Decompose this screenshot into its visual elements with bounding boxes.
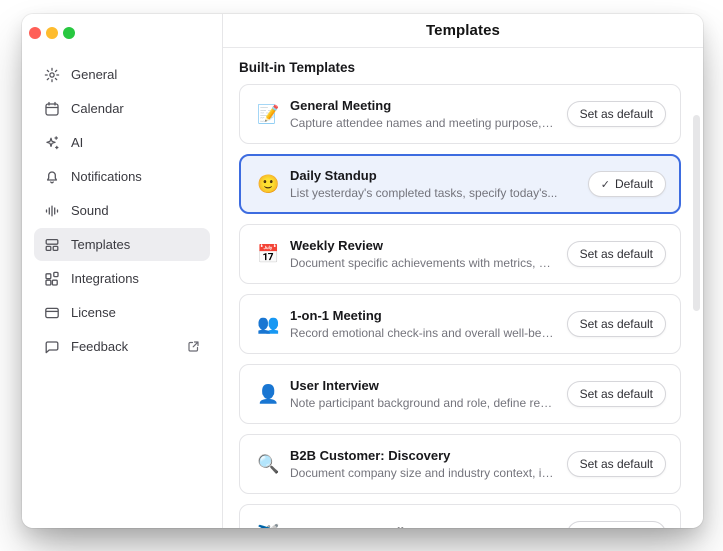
default-button[interactable]: ✓ Default	[588, 171, 666, 197]
settings-window: General Calendar AI Notifications Sound …	[22, 14, 703, 528]
sidebar-item-templates[interactable]: Templates	[34, 228, 210, 261]
minimize-window-button[interactable]	[46, 27, 58, 39]
external-link-icon	[187, 340, 200, 353]
template-description: List yesterday's completed tasks, specif…	[290, 186, 557, 200]
sidebar-item-label: License	[71, 305, 200, 320]
set-default-button[interactable]: Set as default	[567, 381, 666, 407]
bell-icon	[44, 169, 60, 185]
template-card-weekly-review[interactable]: 📅 Weekly Review Document specific achiev…	[239, 224, 681, 284]
zoom-window-button[interactable]	[63, 27, 75, 39]
sidebar-item-label: Notifications	[71, 169, 200, 184]
sidebar-item-ai[interactable]: AI	[34, 126, 210, 159]
sidebar-item-label: Sound	[71, 203, 200, 218]
template-title: Daily Standup	[290, 168, 557, 183]
set-default-button-label: Set as default	[580, 387, 653, 401]
integrations-icon	[44, 271, 60, 287]
sidebar-item-label: Calendar	[71, 101, 200, 116]
sidebar-item-label: AI	[71, 135, 200, 150]
template-emoji-icon: 🙂	[257, 175, 279, 193]
set-default-button[interactable]: Set as default	[567, 241, 666, 267]
set-default-button[interactable]: Set as default	[567, 101, 666, 127]
templates-pane: Templates Built-in Templates 📝 General M…	[223, 14, 703, 528]
template-title: User Interview	[290, 378, 555, 393]
set-default-button[interactable]: Set as default	[567, 311, 666, 337]
set-default-button-label: Set as default	[580, 247, 653, 261]
template-card-b2b-customer-discovery[interactable]: 🔍 B2B Customer: Discovery Document compa…	[239, 434, 681, 494]
template-title: General Meeting	[290, 98, 555, 113]
template-card-daily-standup[interactable]: 🙂 Daily Standup List yesterday's complet…	[239, 154, 681, 214]
sidebar-item-sound[interactable]: Sound	[34, 194, 210, 227]
window-controls	[22, 14, 222, 39]
templates-list: 📝 General Meeting Capture attendee names…	[239, 84, 681, 528]
template-description: Capture attendee names and meeting purpo…	[290, 116, 555, 130]
calendar-icon	[44, 101, 60, 117]
set-default-button-label: Default	[615, 177, 653, 191]
template-title: B2B Customer: Pilot	[290, 525, 416, 528]
template-card-user-interview[interactable]: 👤 User Interview Note participant backgr…	[239, 364, 681, 424]
template-description: Document specific achievements with metr…	[290, 256, 555, 270]
template-title: Weekly Review	[290, 238, 555, 253]
sidebar-item-label: General	[71, 67, 200, 82]
sidebar-item-license[interactable]: License	[34, 296, 210, 329]
template-description: Note participant background and role, de…	[290, 396, 555, 410]
sidebar-item-notifications[interactable]: Notifications	[34, 160, 210, 193]
template-emoji-icon: 🔍	[257, 455, 279, 473]
template-card-b2b-customer-pilot[interactable]: ✈️ B2B Customer: Pilot Set as default	[239, 504, 681, 528]
gear-icon	[44, 67, 60, 83]
template-card-general-meeting[interactable]: 📝 General Meeting Capture attendee names…	[239, 84, 681, 144]
scrollbar-thumb[interactable]	[693, 115, 700, 311]
sidebar-nav: General Calendar AI Notifications Sound …	[22, 39, 222, 363]
feedback-bubble-icon	[44, 339, 60, 355]
close-window-button[interactable]	[29, 27, 41, 39]
sidebar-item-integrations[interactable]: Integrations	[34, 262, 210, 295]
template-emoji-icon: ✈️	[257, 525, 279, 528]
set-default-button-label: Set as default	[580, 107, 653, 121]
sidebar-item-label: Templates	[71, 237, 200, 252]
set-default-button[interactable]: Set as default	[567, 521, 666, 528]
template-emoji-icon: 👤	[257, 385, 279, 403]
sidebar-item-label: Feedback	[71, 339, 176, 354]
sidebar-item-calendar[interactable]: Calendar	[34, 92, 210, 125]
license-card-icon	[44, 305, 60, 321]
set-default-button-label: Set as default	[580, 317, 653, 331]
template-title: 1-on-1 Meeting	[290, 308, 555, 323]
template-description: Record emotional check-ins and overall w…	[290, 326, 555, 340]
template-emoji-icon: 👥	[257, 315, 279, 333]
sound-wave-icon	[44, 203, 60, 219]
pane-header: Templates	[223, 14, 703, 48]
ai-sparkles-icon	[44, 135, 60, 151]
section-title: Built-in Templates	[239, 60, 681, 75]
sidebar-item-feedback[interactable]: Feedback	[34, 330, 210, 363]
set-default-button-label: Set as default	[580, 527, 653, 528]
template-title: B2B Customer: Discovery	[290, 448, 555, 463]
templates-icon	[44, 237, 60, 253]
template-emoji-icon: 📅	[257, 245, 279, 263]
check-icon: ✓	[601, 178, 610, 191]
sidebar-item-label: Integrations	[71, 271, 200, 286]
templates-content: Built-in Templates 📝 General Meeting Cap…	[223, 48, 703, 528]
template-card-1-on-1-meeting[interactable]: 👥 1-on-1 Meeting Record emotional check-…	[239, 294, 681, 354]
set-default-button[interactable]: Set as default	[567, 451, 666, 477]
sidebar-item-general[interactable]: General	[34, 58, 210, 91]
template-description: Document company size and industry conte…	[290, 466, 555, 480]
set-default-button-label: Set as default	[580, 457, 653, 471]
page-title: Templates	[426, 22, 500, 39]
sidebar: General Calendar AI Notifications Sound …	[22, 14, 223, 528]
template-emoji-icon: 📝	[257, 105, 279, 123]
